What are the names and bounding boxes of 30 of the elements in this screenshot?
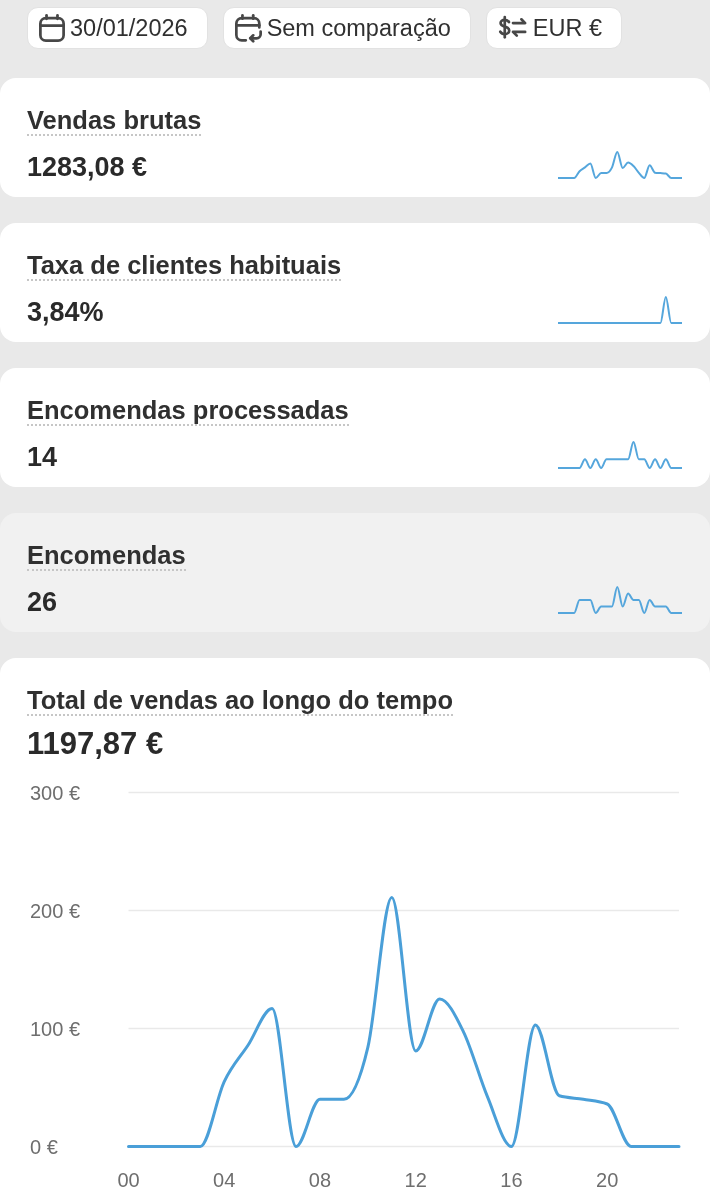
x-axis-label: 00 bbox=[117, 1169, 140, 1191]
chart-title: Total de vendas ao longo do tempo bbox=[27, 686, 453, 716]
x-axis-label: 16 bbox=[500, 1169, 523, 1191]
metric-card[interactable]: Encomendas 26 bbox=[0, 513, 710, 632]
y-axis-label: 100 € bbox=[30, 1017, 81, 1040]
metric-card[interactable]: Vendas brutas 1283,08 € bbox=[0, 78, 710, 197]
metric-card[interactable]: Taxa de clientes habituais 3,84% bbox=[0, 223, 710, 342]
metric-value: 14 bbox=[27, 442, 58, 472]
metric-value: 26 bbox=[27, 587, 58, 617]
calendar-icon bbox=[39, 14, 65, 42]
x-axis-label: 12 bbox=[404, 1169, 427, 1191]
y-axis-label: 300 € bbox=[30, 781, 81, 804]
dollar-swap-icon bbox=[497, 14, 528, 42]
x-axis-label: 04 bbox=[213, 1169, 236, 1191]
total-sales-value: 1197,87 € bbox=[27, 726, 164, 762]
y-axis-label: 0 € bbox=[30, 1135, 58, 1158]
x-axis-label: 20 bbox=[596, 1169, 619, 1191]
metric-title: Encomendas processadas bbox=[27, 396, 349, 426]
y-axis-label: 200 € bbox=[30, 899, 81, 922]
date-picker-button[interactable]: 30/01/2026 bbox=[27, 7, 208, 49]
metric-title: Taxa de clientes habituais bbox=[27, 251, 342, 281]
currency-button[interactable]: EUR € bbox=[485, 7, 622, 49]
x-axis-label: 08 bbox=[308, 1169, 332, 1191]
metric-card[interactable]: Encomendas processadas 14 bbox=[0, 368, 710, 487]
metric-title: Encomendas bbox=[27, 541, 186, 571]
comparison-button[interactable]: Sem comparação bbox=[222, 7, 471, 49]
metric-value: 3,84% bbox=[27, 297, 104, 327]
metric-value: 1283,08 € bbox=[27, 152, 148, 182]
metric-title: Vendas brutas bbox=[27, 106, 202, 136]
calendar-arrow-icon bbox=[234, 13, 262, 43]
